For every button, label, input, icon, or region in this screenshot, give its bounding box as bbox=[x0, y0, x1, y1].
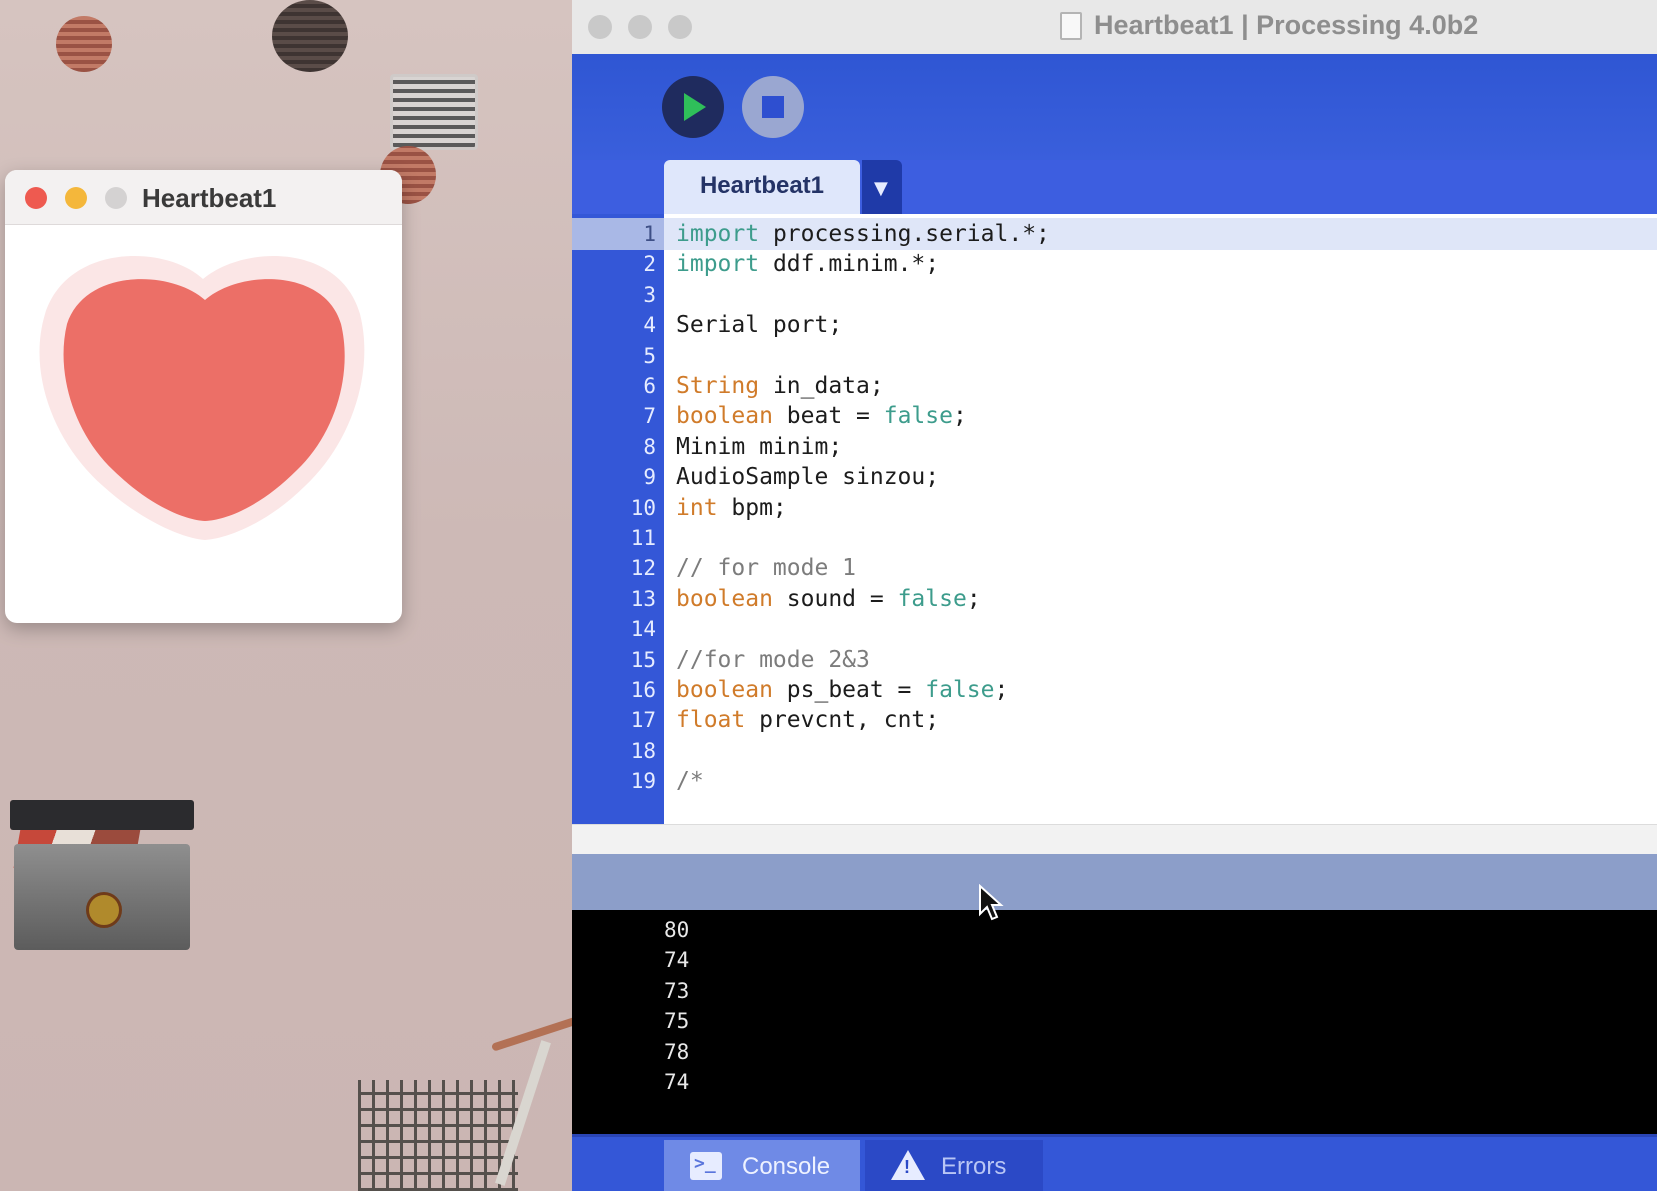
line-number: 15 bbox=[630, 647, 656, 672]
warning-icon: ! bbox=[891, 1150, 925, 1180]
close-button[interactable] bbox=[25, 187, 47, 209]
wall-vent bbox=[56, 16, 112, 72]
line-number: 7 bbox=[643, 404, 656, 429]
terminal-icon: >_ bbox=[690, 1152, 722, 1180]
line-number: 12 bbox=[630, 556, 656, 581]
code-text: import ddf.minim.*; bbox=[676, 251, 940, 278]
code-line[interactable]: 11 bbox=[572, 522, 1657, 554]
console-line: 80 bbox=[664, 918, 690, 942]
zoom-button[interactable] bbox=[668, 15, 692, 39]
sketch-window[interactable]: Heartbeat1 bbox=[5, 170, 402, 623]
play-icon bbox=[684, 93, 706, 121]
line-number: 3 bbox=[643, 282, 656, 307]
code-line[interactable]: 17 float prevcnt, cnt; bbox=[572, 704, 1657, 736]
chevron-down-icon: ▼ bbox=[874, 178, 888, 199]
code-text: AudioSample sinzou; bbox=[676, 464, 940, 491]
line-number: 13 bbox=[630, 586, 656, 611]
bicycle-photo bbox=[350, 1010, 580, 1191]
code-text: boolean beat = false; bbox=[676, 403, 967, 430]
errors-tab-label: Errors bbox=[941, 1153, 1007, 1180]
line-number: 19 bbox=[630, 769, 656, 794]
code-text: // for mode 1 bbox=[676, 555, 857, 582]
close-button[interactable] bbox=[588, 15, 612, 39]
console-line: 74 bbox=[664, 948, 690, 973]
toolbar bbox=[572, 54, 1657, 160]
wall-grille bbox=[390, 74, 478, 150]
line-number: 9 bbox=[643, 465, 656, 490]
line-number: 2 bbox=[643, 252, 656, 277]
document-icon bbox=[1060, 12, 1082, 40]
sketch-title: Heartbeat1 bbox=[142, 183, 277, 213]
window-title: Heartbeat1 | Processing 4.0b2 bbox=[1094, 10, 1479, 40]
console-line: 75 bbox=[664, 1009, 690, 1034]
run-button[interactable] bbox=[662, 76, 724, 138]
code-line[interactable]: 3 bbox=[572, 279, 1657, 311]
line-number: 18 bbox=[630, 738, 656, 763]
wall-vent bbox=[272, 0, 348, 72]
bottom-tab-bar: >_ Console ! Errors bbox=[572, 1134, 1657, 1191]
console-line: 74 bbox=[664, 1070, 690, 1094]
line-number: 4 bbox=[643, 313, 656, 338]
code-text: String in_data; bbox=[676, 373, 884, 399]
code-text: import processing.serial.*; bbox=[676, 221, 1050, 247]
line-number: 6 bbox=[643, 374, 656, 398]
console-line: 73 bbox=[664, 978, 690, 1003]
line-number: 17 bbox=[630, 708, 656, 733]
tab-heartbeat1[interactable]: Heartbeat1 bbox=[664, 160, 860, 214]
code-line[interactable]: 19 /* bbox=[572, 765, 1657, 797]
panel-divider[interactable] bbox=[572, 854, 1657, 910]
line-number: 5 bbox=[643, 343, 656, 368]
line-number: 16 bbox=[630, 678, 656, 702]
sketch-canvas bbox=[39, 256, 365, 540]
code-text: Serial port; bbox=[676, 312, 843, 339]
code-line[interactable]: 18 bbox=[572, 735, 1657, 767]
ide-titlebar[interactable]: Heartbeat1 | Processing 4.0b2 bbox=[572, 0, 1657, 55]
tab-menu-button[interactable]: ▼ bbox=[862, 160, 902, 214]
tab-errors[interactable]: ! Errors bbox=[865, 1140, 1043, 1191]
sketch-tabbar: Heartbeat1 ▼ bbox=[572, 160, 1657, 214]
code-line[interactable]: 13 boolean sound = false; bbox=[572, 583, 1657, 615]
ide-window[interactable]: Heartbeat1 | Processing 4.0b2 Heartbeat1… bbox=[572, 0, 1657, 1191]
code-text: Minim minim; bbox=[676, 433, 843, 460]
minimize-button[interactable] bbox=[628, 15, 652, 39]
code-line[interactable]: 5 bbox=[572, 340, 1657, 372]
mailbox-photo bbox=[10, 800, 194, 950]
code-line[interactable]: 8 Minim minim; bbox=[572, 431, 1657, 463]
code-text: //for mode 2&3 bbox=[676, 646, 870, 673]
zoom-button[interactable] bbox=[105, 187, 127, 209]
tab-label: Heartbeat1 bbox=[699, 172, 825, 199]
code-line[interactable]: 14 bbox=[572, 613, 1657, 645]
console-line: 78 bbox=[664, 1039, 690, 1064]
line-number: 14 bbox=[630, 617, 656, 642]
code-editor[interactable]: 1 import processing.serial.*; 2 import ddf.… bbox=[572, 214, 1657, 824]
code-line[interactable]: 2 import ddf.minim.*; bbox=[572, 248, 1657, 280]
code-line[interactable]: 10 int bpm; bbox=[572, 492, 1657, 524]
line-number: 10 bbox=[630, 495, 656, 520]
code-text: float prevcnt, cnt; bbox=[676, 707, 940, 734]
tab-console[interactable]: >_ Console bbox=[664, 1140, 860, 1191]
line-number: 11 bbox=[630, 526, 656, 550]
sketch-titlebar[interactable]: Heartbeat1 bbox=[5, 170, 402, 225]
code-line[interactable]: 6 String in_data; bbox=[572, 370, 1657, 402]
code-line[interactable]: 4 Serial port; bbox=[572, 309, 1657, 341]
mouse-cursor-icon bbox=[979, 884, 1004, 921]
console-tab-label: Console bbox=[742, 1153, 831, 1180]
line-number: 8 bbox=[643, 434, 656, 459]
code-line[interactable]: 15 //for mode 2&3 bbox=[572, 644, 1657, 676]
horizontal-scrollbar[interactable] bbox=[572, 824, 1657, 855]
code-text: boolean sound = false; bbox=[676, 585, 981, 612]
code-text: boolean ps_beat = false; bbox=[676, 677, 1009, 703]
code-line[interactable]: 12 // for mode 1 bbox=[572, 552, 1657, 584]
stop-button[interactable] bbox=[742, 76, 804, 138]
console-output: 80 74 73 75 78 74 bbox=[572, 910, 1657, 1134]
code-text: /* bbox=[676, 768, 704, 795]
code-line[interactable]: 9 AudioSample sinzou; bbox=[572, 461, 1657, 493]
code-text: int bpm; bbox=[676, 494, 787, 521]
minimize-button[interactable] bbox=[65, 187, 87, 209]
code-line[interactable]: 1 import processing.serial.*; bbox=[572, 218, 1657, 250]
code-line[interactable]: 7 boolean beat = false; bbox=[572, 400, 1657, 432]
code-line[interactable]: 16 boolean ps_beat = false; bbox=[572, 674, 1657, 706]
stop-icon bbox=[762, 96, 784, 118]
line-number: 1 bbox=[572, 218, 664, 250]
